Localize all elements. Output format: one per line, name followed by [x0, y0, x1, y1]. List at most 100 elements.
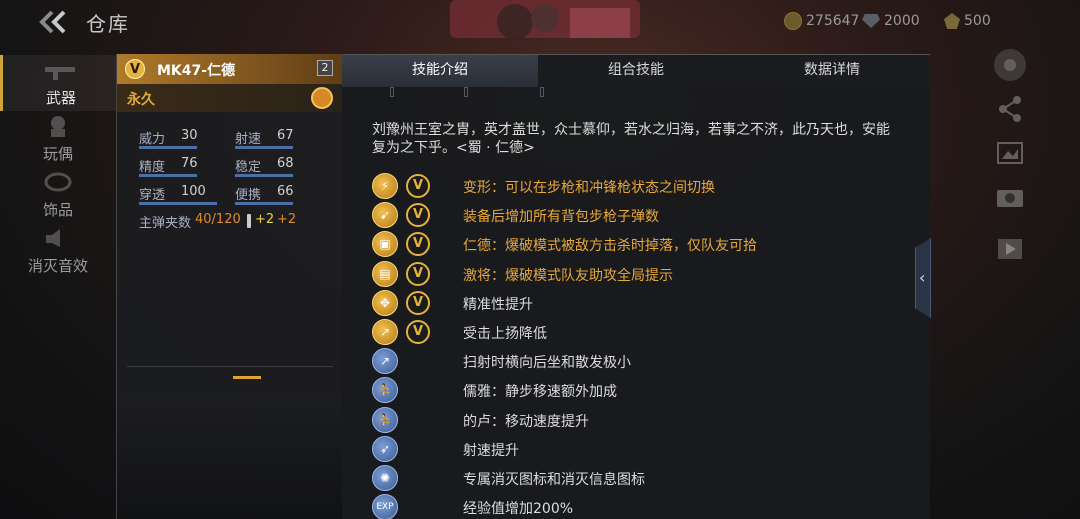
perk-glyph: ➹	[379, 208, 391, 223]
perk-row: ▤ V 激将：爆破模式队友助攻全局提示	[372, 260, 912, 289]
v-tier-icon: V	[406, 174, 430, 198]
stat-bar	[139, 146, 197, 149]
panel-footer	[117, 399, 343, 519]
weapon-description: 刘豫州王室之胄，英才盖世，众士慕仰，若水之归海，若事之不济，此乃天也，安能复为之…	[372, 122, 890, 156]
magazine-label: 主弹夹数	[139, 216, 192, 231]
sound-icon	[46, 229, 60, 247]
permanence-row: 永久	[117, 84, 343, 112]
stat-accuracy: 精度 76	[139, 156, 219, 178]
perk-text: 激将：爆破模式队友助攻全局提示	[463, 267, 673, 284]
ornament-icon	[44, 172, 72, 192]
spray-icon: ↗	[372, 348, 398, 375]
kill-emblem-icon: ✺	[372, 465, 398, 491]
currency-value: 275647	[806, 13, 860, 29]
perk-glyph: ↗	[379, 354, 391, 369]
medal-icon	[944, 13, 960, 29]
walk-icon: ⛹	[372, 377, 398, 404]
stat-bar	[139, 202, 217, 205]
stat-value: 66	[277, 184, 294, 199]
coin-icon	[784, 12, 802, 30]
stat-name: 精度	[139, 160, 166, 175]
currency-medals: 500	[944, 11, 991, 31]
perk-text: 扫射时横向后坐和散发极小	[463, 355, 631, 372]
doll-icon	[51, 116, 65, 137]
precision-icon: ✥	[372, 289, 398, 316]
perk-row: EXP 经验值增加200%	[372, 494, 912, 519]
gallery-icon[interactable]	[993, 136, 1027, 170]
camera-icon[interactable]	[993, 180, 1027, 214]
rifle-icon	[45, 67, 75, 80]
stat-value: 76	[181, 156, 198, 171]
perk-glyph: ↗	[379, 325, 391, 339]
stat-name: 射速	[235, 132, 262, 147]
perk-glyph: ✥	[379, 295, 391, 310]
stat-name: 稳定	[235, 160, 262, 175]
nav-item-weapons[interactable]: 武器	[0, 55, 116, 111]
perk-row: ✺ 专属消灭图标和消灭信息图标	[372, 465, 912, 493]
nav-item-label: 饰品	[42, 201, 73, 219]
weapon-level-badge: 2	[317, 60, 333, 76]
gift-icon: ▣	[372, 231, 398, 258]
weapon-display-art	[450, 0, 640, 40]
perk-text: 儒雅：静步移速额外加成	[463, 384, 617, 401]
tab-bar: 技能介绍 组合技能 数据详情	[342, 55, 930, 87]
rally-icon: ▤	[372, 260, 398, 287]
bullet-icon	[247, 214, 251, 228]
currency-value: 2000	[884, 13, 920, 29]
nav-item-label: 武器	[45, 89, 76, 107]
perk-text: 仁德：爆破模式被敌方击杀时掉落，仅队友可拾	[463, 238, 757, 255]
perk-glyph: ⚡	[380, 179, 390, 193]
perk-row: ↗ V 受击上扬降低	[372, 319, 912, 347]
page-title: 仓库	[86, 12, 130, 36]
share-icon[interactable]	[993, 92, 1027, 126]
page-indicator	[233, 376, 261, 379]
stat-name: 威力	[139, 132, 166, 147]
stat-bar	[235, 174, 293, 177]
back-icon[interactable]	[38, 8, 74, 36]
currency-coins: 275647	[784, 11, 859, 31]
recoil-icon: ↗	[372, 319, 398, 345]
perk-glyph: ⛹	[377, 412, 393, 427]
perk-glyph: ▤	[379, 266, 391, 281]
nav-item-kill-sounds[interactable]: 消灭音效	[0, 223, 116, 279]
skill-panel: 技能介绍 组合技能 数据详情 刘豫州王室之胄，英才盖世，众士慕仰，若水之归海，若…	[342, 54, 930, 519]
crossed-circle-icon[interactable]	[311, 87, 333, 109]
perk-row: ➶ 射速提升	[372, 435, 912, 464]
perk-text: 受击上扬降低	[463, 326, 547, 342]
exp-icon: EXP	[372, 494, 398, 519]
marker	[540, 87, 544, 97]
stat-value: 67	[277, 128, 294, 143]
stat-power: 威力 30	[139, 128, 219, 150]
marker	[464, 87, 468, 97]
transform-icon: ⚡	[372, 173, 398, 199]
perk-row: ↗ 扫射时横向后坐和散发极小	[372, 348, 912, 376]
stat-name: 穿透	[139, 188, 166, 203]
stat-bar	[235, 202, 293, 205]
category-nav: 武器 玩偶 饰品 消灭音效	[0, 55, 116, 519]
tab-underlay-marks	[342, 87, 930, 101]
stat-bar	[139, 174, 197, 177]
perk-glyph: ➶	[379, 441, 391, 456]
v-tier-icon: V	[406, 203, 430, 228]
chevron-left-icon[interactable]: ‹	[919, 268, 925, 287]
magazine-bonus: +2	[277, 212, 297, 227]
nav-item-label: 玩偶	[42, 145, 73, 163]
nav-item-dolls[interactable]: 玩偶	[0, 111, 116, 167]
perk-text: 射速提升	[463, 442, 519, 459]
perk-glyph: ▣	[379, 237, 391, 252]
perk-text: 经验值增加200%	[463, 501, 574, 518]
stat-value: 68	[277, 156, 294, 171]
run-icon: ⛹	[372, 406, 398, 433]
nav-item-ornaments[interactable]: 饰品	[0, 167, 116, 223]
perk-row: ⛹ 的卢：移动速度提升	[372, 406, 912, 435]
stat-value: 30	[181, 128, 198, 143]
video-play-icon[interactable]	[993, 232, 1027, 266]
right-toolbar	[985, 48, 1035, 278]
weapon-header: V MK47-仁德 2	[117, 54, 343, 84]
tab-skill-intro[interactable]: 技能介绍	[342, 55, 538, 87]
nav-item-label: 消灭音效	[27, 257, 88, 275]
stat-name: 便携	[235, 188, 262, 203]
tab-combo-skills[interactable]: 组合技能	[538, 55, 734, 87]
tab-data-details[interactable]: 数据详情	[734, 55, 930, 87]
gamepad-icon[interactable]	[993, 48, 1027, 82]
